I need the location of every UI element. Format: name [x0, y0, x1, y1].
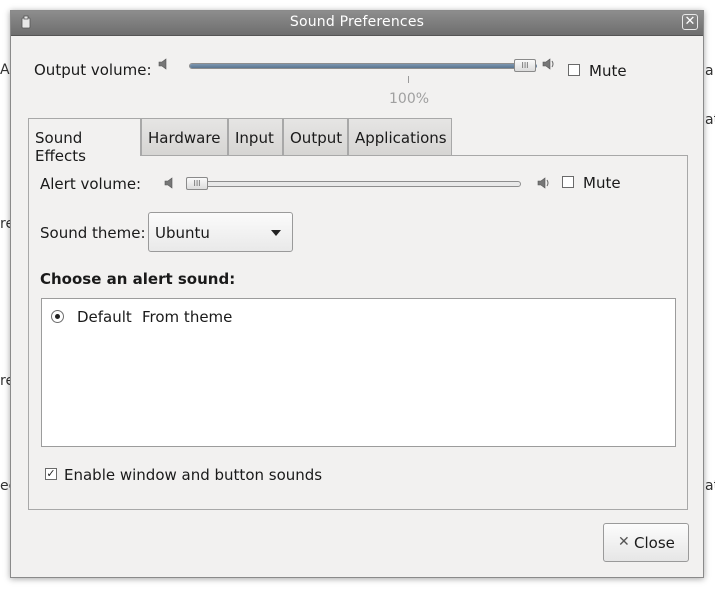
volume-level-label: 100%: [389, 91, 430, 107]
speaker-high-icon: [537, 177, 549, 189]
speaker-low-icon: [164, 177, 173, 189]
alert-mute-checkbox[interactable]: [562, 176, 574, 188]
enable-sounds-label[interactable]: Enable window and button sounds: [64, 466, 322, 484]
title-bar[interactable]: Sound Preferences ✕: [11, 11, 703, 36]
close-button-label: Close: [634, 534, 675, 552]
speaker-low-icon: [158, 58, 167, 70]
sound-theme-dropdown[interactable]: Ubuntu: [148, 212, 293, 252]
sound-preferences-window: Sound Preferences ✕ Output volume: III M…: [10, 10, 704, 578]
choose-alert-heading: Choose an alert sound:: [40, 270, 236, 288]
output-volume-slider[interactable]: [189, 63, 537, 69]
window-close-button[interactable]: ✕: [682, 14, 698, 30]
output-mute-checkbox[interactable]: [568, 64, 580, 76]
background-text: at: [705, 112, 715, 128]
tab-input[interactable]: Input: [228, 118, 283, 155]
alert-volume-slider[interactable]: [191, 181, 521, 187]
volume-100-tick: [408, 76, 409, 83]
radio-selected-dot: [55, 314, 60, 319]
window-title: Sound Preferences: [289, 14, 425, 30]
output-mute-label: Mute: [589, 62, 627, 80]
tab-sound-effects[interactable]: Sound Effects: [28, 118, 141, 165]
alert-radio-default[interactable]: [51, 310, 64, 323]
alert-type[interactable]: From theme: [142, 308, 232, 326]
sound-theme-value: Ubuntu: [155, 224, 210, 242]
output-volume-knob[interactable]: III: [514, 59, 536, 72]
tab-applications[interactable]: Applications: [348, 118, 452, 155]
background-text: att: [705, 478, 715, 494]
chevron-down-icon: [271, 230, 281, 236]
alert-sound-list[interactable]: Default From theme: [41, 298, 676, 447]
tab-hardware[interactable]: Hardware: [141, 118, 228, 155]
alert-volume-knob[interactable]: III: [186, 177, 208, 190]
background-text: a: [705, 63, 714, 79]
enable-sounds-checkbox[interactable]: ✓: [45, 468, 57, 480]
alert-name[interactable]: Default: [77, 308, 132, 326]
output-volume-label: Output volume:: [34, 61, 152, 79]
speaker-high-icon: [542, 58, 554, 70]
sound-theme-label: Sound theme:: [40, 224, 146, 242]
alert-mute-label: Mute: [583, 174, 621, 192]
output-volume-fill: [190, 64, 537, 68]
alert-volume-label: Alert volume:: [40, 175, 142, 193]
close-icon: ✕: [618, 534, 630, 550]
tab-output[interactable]: Output: [283, 118, 348, 155]
close-button[interactable]: ✕ Close: [603, 523, 689, 562]
